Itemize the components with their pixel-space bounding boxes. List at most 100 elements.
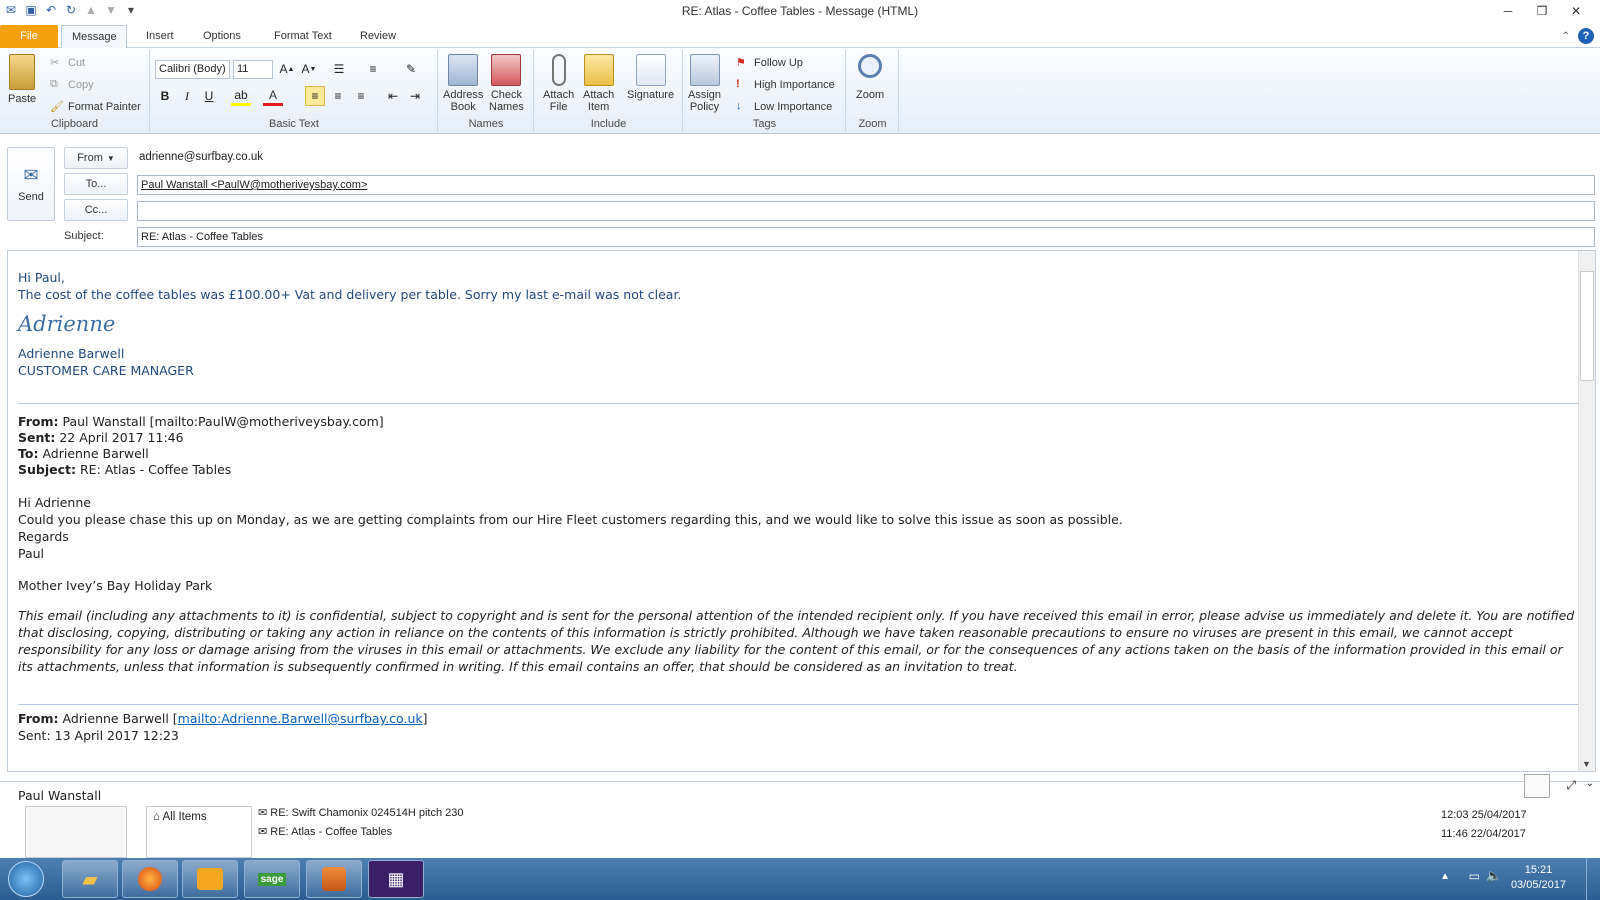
italic-icon[interactable]: I (177, 86, 197, 106)
list-item[interactable]: ✉ RE: Atlas - Coffee Tables (258, 825, 392, 836)
quoted-to-label: To: (18, 446, 39, 461)
to-button[interactable]: To... (64, 173, 128, 195)
low-importance-button[interactable]: ↓ Low Importance (736, 100, 832, 114)
font-color-icon[interactable]: A (263, 86, 283, 106)
high-importance-button[interactable]: ! High Importance (736, 78, 835, 92)
sage-taskbar-icon[interactable]: sage (244, 860, 300, 898)
to-recipient[interactable]: Paul Wanstall <PaulW@motheriveysbay.com> (141, 179, 367, 191)
explorer-taskbar-icon[interactable]: ▰ (62, 860, 118, 898)
quoted2-mailto-link[interactable]: mailto:Adrienne.Barwell@surfbay.co.uk (178, 711, 423, 726)
scroll-thumb[interactable] (1580, 271, 1594, 381)
shrink-font-icon[interactable]: A ▼ (299, 59, 319, 79)
increase-indent-icon[interactable]: ⇥ (405, 86, 425, 106)
restore-icon[interactable]: ❐ (1530, 2, 1554, 20)
show-desktop-button[interactable] (1586, 858, 1600, 900)
window-controls: ─ ❐ ✕ (1496, 2, 1588, 20)
names-group: Address Book Check Names Names (439, 50, 534, 132)
bullets-icon[interactable]: ☰ (329, 59, 349, 79)
body-scrollbar[interactable]: ▼ (1578, 251, 1595, 771)
magnifier-icon (858, 54, 883, 78)
show-hidden-icons[interactable]: ▲ (1440, 871, 1450, 882)
mail-icon: ✉ (258, 807, 268, 819)
policy-icon (689, 54, 720, 86)
format-painter-button[interactable]: 🖌 Format Painter (50, 100, 141, 114)
people-pane-filter: ⌂ All Items (146, 806, 252, 858)
cc-field[interactable] (137, 201, 1595, 221)
include-group: Attach File Attach Item Signature Includ… (535, 50, 683, 132)
bold-icon[interactable]: B (155, 86, 175, 106)
align-right-icon[interactable]: ≡ (351, 86, 371, 106)
low-importance-label: Low Importance (754, 101, 833, 113)
font-size-select[interactable]: 11 (233, 60, 273, 79)
grow-font-icon[interactable]: A ▲ (277, 59, 297, 79)
quoted-sent-label: Sent: (18, 430, 56, 445)
tab-format-text[interactable]: Format Text (264, 25, 342, 48)
minimize-icon[interactable]: ─ (1496, 2, 1520, 20)
address-book-button[interactable]: Address Book (443, 54, 483, 113)
clock[interactable]: 15:21 03/05/2017 (1511, 863, 1566, 893)
message-body[interactable]: Hi Paul, The cost of the coffee tables w… (7, 250, 1596, 772)
people-pane-name: Paul Wanstall (18, 788, 102, 803)
tab-insert[interactable]: Insert (136, 25, 184, 48)
quoted-disclaimer: This email (including any attachments to… (18, 608, 1575, 674)
contacts-taskbar-icon[interactable] (306, 860, 362, 898)
cut-button[interactable]: ✂ Cut (50, 56, 85, 70)
highlight-icon[interactable]: ab (231, 86, 251, 106)
outlook-taskbar-icon[interactable] (182, 860, 238, 898)
align-left-icon[interactable]: ≡ (305, 86, 325, 106)
expand-icon[interactable]: ⤢ (1566, 778, 1576, 793)
send-icon: ✉ (23, 165, 39, 185)
all-items-filter[interactable]: ⌂ All Items (147, 807, 251, 827)
decrease-indent-icon[interactable]: ⇤ (383, 86, 403, 106)
minimize-ribbon-icon[interactable]: ⌃ (1562, 31, 1570, 42)
home-icon: ⌂ (153, 811, 160, 823)
check-names-icon (491, 54, 522, 86)
zoom-group: Zoom Zoom (847, 50, 899, 132)
quoted-regards: Regards (18, 529, 69, 544)
follow-up-button[interactable]: ⚑ Follow Up (736, 56, 803, 70)
all-items-label: All Items (162, 811, 207, 823)
send-label: Send (18, 191, 44, 203)
clear-format-icon[interactable]: ✎ (401, 59, 421, 79)
subject-field[interactable]: RE: Atlas - Coffee Tables (137, 227, 1595, 247)
tab-message[interactable]: Message (61, 25, 127, 48)
copy-button[interactable]: ⧉ Copy (50, 78, 94, 92)
include-group-label: Include (590, 118, 627, 130)
from-button[interactable]: From ▼ (64, 147, 128, 169)
font-name-select[interactable]: Calibri (Body) (155, 60, 230, 79)
paste-button[interactable]: Paste (8, 54, 36, 105)
attach-item-button[interactable]: Attach Item (583, 54, 614, 113)
list-item[interactable]: ✉ RE: Swift Chamonix 024514H pitch 230 (258, 806, 464, 819)
attach-item-label: Attach Item (583, 89, 615, 113)
volume-icon[interactable]: 🔈 (1486, 868, 1502, 884)
scroll-down-icon[interactable]: ▼ (1582, 759, 1591, 769)
close-icon[interactable]: ✕ (1564, 2, 1588, 20)
start-button[interactable] (8, 861, 44, 897)
item-timestamp: 11:46 22/04/2017 (1441, 828, 1526, 837)
basic-text-group-label: Basic Text (269, 118, 319, 130)
firefox-taskbar-icon[interactable] (122, 860, 178, 898)
cc-button[interactable]: Cc... (64, 199, 128, 221)
align-center-icon[interactable]: ≡ (328, 86, 348, 106)
signature-button[interactable]: Signature (627, 54, 674, 101)
attach-file-button[interactable]: Attach File (543, 54, 574, 113)
to-field[interactable]: Paul Wanstall <PaulW@motheriveysbay.com> (137, 175, 1595, 195)
tab-options[interactable]: Options (193, 25, 251, 48)
names-group-label: Names (468, 118, 504, 130)
collapse-icon[interactable]: ⌄ (1586, 778, 1594, 789)
calendar-taskbar-icon[interactable]: ▦ (368, 860, 424, 898)
reply-greeting: Hi Paul, (18, 270, 65, 285)
down-arrow-icon: ↓ (736, 100, 742, 112)
zoom-button[interactable]: Zoom (856, 54, 884, 101)
tab-review[interactable]: Review (350, 25, 406, 48)
tab-file[interactable]: File (0, 25, 58, 48)
underline-icon[interactable]: U (199, 86, 219, 106)
assign-policy-button[interactable]: Assign Policy (688, 54, 721, 113)
numbering-icon[interactable]: ≡ (363, 59, 383, 79)
send-button[interactable]: ✉ Send (7, 147, 55, 221)
item-date: 25/04/2017 (1471, 809, 1527, 821)
network-icon[interactable]: ▭ (1469, 869, 1480, 883)
contact-photo-icon[interactable] (1524, 774, 1550, 798)
help-icon[interactable]: ? (1578, 28, 1594, 44)
check-names-button[interactable]: Check Names (489, 54, 524, 113)
